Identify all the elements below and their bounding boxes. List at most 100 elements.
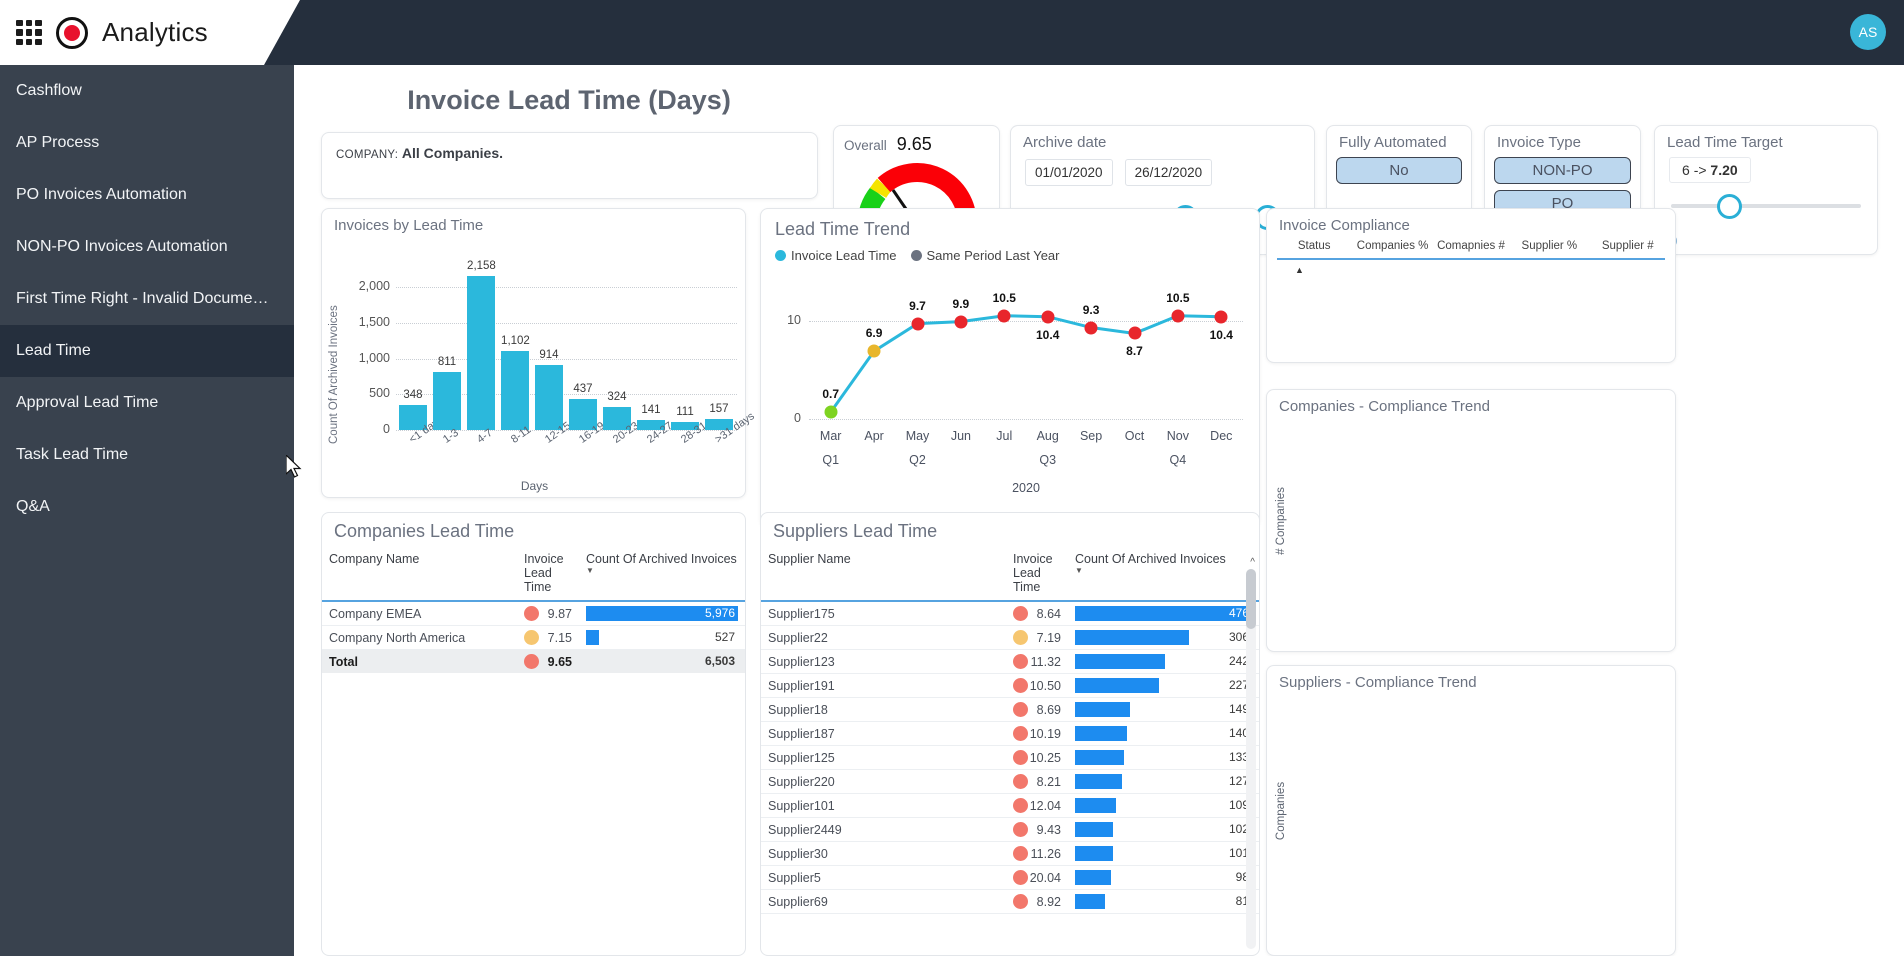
trend-data-point[interactable] (1214, 310, 1228, 324)
fully-automated-title: Fully Automated (1339, 134, 1447, 151)
table-row[interactable]: Supplier69 8.92 81 (761, 889, 1259, 914)
bar-value-label: 2,158 (467, 260, 496, 273)
table-row[interactable]: Supplier220 8.21 127 (761, 769, 1259, 794)
row-name: Supplier5 (761, 865, 1006, 890)
sidebar-item-label: First Time Right - Invalid Docume… (16, 290, 269, 307)
row-count: 476 (1068, 601, 1259, 626)
bar-value-label: 811 (437, 356, 457, 369)
sidebar-item-q-a[interactable]: Q&A (0, 481, 294, 533)
trend-point-label: 10.4 (1209, 327, 1233, 342)
company-filter-card[interactable]: COMPANY: All Companies. (321, 132, 818, 199)
bar[interactable] (501, 351, 529, 430)
column-header[interactable]: Count Of Archived Invoices ▼ (579, 546, 745, 602)
trend-data-point[interactable] (1041, 310, 1055, 324)
column-header[interactable]: Invoice Lead Time (517, 546, 579, 602)
sidebar-item-lead-time[interactable]: Lead Time (0, 325, 294, 377)
trend-chart-title: Lead Time Trend (775, 219, 911, 239)
bar-value-label: 324 (607, 390, 627, 403)
trend-data-point[interactable] (1084, 321, 1098, 335)
table-row[interactable]: Company North America 7.15 527 (322, 625, 745, 650)
table-row[interactable]: Supplier101 12.04 109 (761, 793, 1259, 818)
row-name: Company North America (322, 625, 517, 650)
total-lead-time: 9.65 (517, 649, 579, 673)
column-header[interactable]: Count Of Archived Invoices ▼ (1068, 546, 1259, 602)
table-row[interactable]: Supplier2449 9.43 102 (761, 817, 1259, 842)
row-name: Supplier123 (761, 649, 1006, 674)
trend-data-point[interactable] (1171, 309, 1185, 323)
table-row[interactable]: Supplier30 11.26 101 (761, 841, 1259, 866)
suppliers-scroll-thumb[interactable] (1246, 569, 1256, 629)
bar[interactable] (467, 276, 495, 430)
trend-data-point[interactable] (1128, 326, 1141, 340)
bar-ytick: 0 (383, 422, 390, 436)
fully-automated-option-no[interactable]: No (1335, 157, 1463, 184)
row-lead-time: 20.04 (1006, 865, 1068, 890)
table-row[interactable]: Supplier125 10.25 133 (761, 745, 1259, 770)
legend-item[interactable]: Invoice Lead Time (775, 248, 897, 263)
trend-point-label: 6.9 (865, 326, 883, 341)
archive-date-to[interactable]: 26/12/2020 (1124, 159, 1213, 186)
lead-time-target-value[interactable]: 6 -> 7.20 (1669, 157, 1751, 183)
trend-data-point[interactable] (867, 344, 881, 358)
trend-data-point[interactable] (954, 315, 968, 329)
invoice-type-option-nonpo[interactable]: NON-PO (1494, 157, 1631, 184)
archive-date-from[interactable]: 01/01/2020 (1025, 159, 1113, 186)
row-name: Supplier101 (761, 793, 1006, 818)
row-name: Supplier22 (761, 625, 1006, 650)
row-lead-time: 10.50 (1006, 673, 1068, 698)
sidebar-item-task-lead-time[interactable]: Task Lead Time (0, 429, 294, 481)
bar[interactable] (433, 372, 461, 430)
bar-ytick: 2,000 (358, 279, 390, 294)
sort-descending-icon[interactable]: ▼ (1075, 566, 1252, 575)
legend-item[interactable]: Same Period Last Year (910, 248, 1060, 263)
sidebar-item-non-po-invoices-automation[interactable]: NON-PO Invoices Automation (0, 221, 294, 273)
trend-quarter-label: Q1 (822, 453, 840, 467)
table-row[interactable]: Supplier18 8.69 149 (761, 697, 1259, 722)
lead-time-target-slider[interactable] (1671, 191, 1861, 221)
compliance-column-header[interactable]: Supplier # (1589, 234, 1667, 258)
table-row[interactable]: Supplier123 11.32 242 (761, 649, 1259, 674)
grid-apps-icon[interactable] (16, 19, 42, 46)
trend-point-label: 10.5 (1166, 290, 1190, 305)
companies-lead-time-table-card: Companies Lead Time Company Name Invoice … (321, 512, 746, 956)
row-name: Supplier125 (761, 745, 1006, 770)
sidebar-item-cashflow[interactable]: Cashflow (0, 65, 294, 117)
trend-month-label: Oct (1124, 429, 1145, 443)
avatar[interactable]: AS (1850, 14, 1886, 50)
table-row[interactable]: Supplier191 10.50 227 (761, 673, 1259, 698)
suppliers-compliance-trend-card: Suppliers - Compliance Trend Companies (1266, 665, 1676, 956)
sort-ascending-icon[interactable]: ▲ (1295, 265, 1304, 275)
trend-data-point[interactable] (997, 309, 1011, 323)
table-row[interactable]: Supplier187 10.19 140 (761, 721, 1259, 746)
bar[interactable] (535, 364, 563, 430)
suppliers-scrollbar[interactable] (1246, 569, 1256, 949)
row-lead-time: 11.26 (1006, 841, 1068, 866)
table-row[interactable]: Supplier175 8.64 476 (761, 601, 1259, 626)
compliance-column-header[interactable]: Status (1275, 234, 1353, 258)
table-row[interactable]: Supplier22 7.19 306 (761, 625, 1259, 650)
trend-data-point[interactable] (911, 317, 924, 331)
sidebar-item-first-time-right-invalid-docume[interactable]: First Time Right - Invalid Docume… (0, 273, 294, 325)
target-slider-knob[interactable] (1716, 194, 1742, 219)
column-header[interactable]: Invoice Lead Time (1006, 546, 1068, 602)
sort-descending-icon[interactable]: ▼ (586, 566, 738, 575)
column-header[interactable]: Company Name (322, 546, 517, 602)
scroll-up-icon[interactable]: ^ (1250, 557, 1255, 568)
sidebar-item-po-invoices-automation[interactable]: PO Invoices Automation (0, 169, 294, 221)
company-filter-value: All Companies. (401, 145, 504, 161)
table-row[interactable]: Company EMEA 9.87 5,976 (322, 601, 745, 626)
sidebar-item-approval-lead-time[interactable]: Approval Lead Time (0, 377, 294, 429)
column-header[interactable]: Supplier Name (761, 546, 1006, 602)
compliance-column-header[interactable]: Supplier % (1510, 234, 1588, 258)
trend-quarter-label: Q2 (909, 453, 926, 467)
bar-value-label: 141 (641, 403, 661, 416)
sidebar-item-ap-process[interactable]: AP Process (0, 117, 294, 169)
compliance-column-header[interactable]: Companies % (1353, 234, 1431, 258)
trend-point-label: 10.5 (992, 290, 1016, 305)
trend-data-point[interactable] (824, 405, 838, 419)
trend-point-label: 0.7 (822, 387, 840, 402)
table-row[interactable]: Supplier5 20.04 98 (761, 865, 1259, 890)
trend-month-label: Jul (996, 429, 1013, 443)
compliance-column-header[interactable]: Comapnies # (1432, 234, 1510, 258)
bar-gridline (396, 287, 737, 289)
